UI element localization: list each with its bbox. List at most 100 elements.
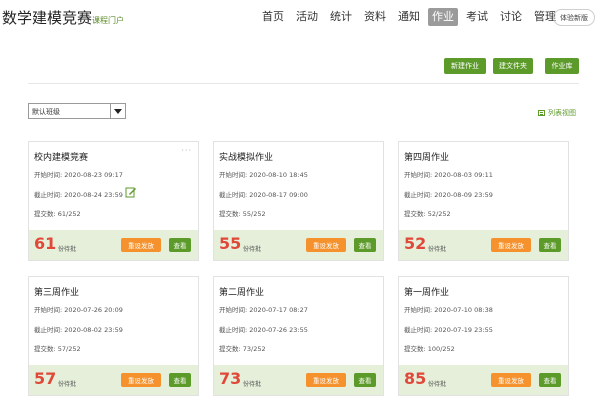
assignment-card: 第一周作业 开始时间: 2020-07-10 08:38 截止时间: 2020-…: [398, 276, 569, 396]
pending-label: 份待批: [243, 381, 262, 388]
card-body: 实战模拟作业 开始时间: 2020-08-10 18:45 截止时间: 2020…: [214, 142, 383, 230]
submission-value: 61/252: [57, 210, 81, 218]
course-title: 数学建模竞赛课程门户: [2, 7, 124, 28]
pending-label: 份待批: [428, 246, 447, 253]
submission-label: 提交数:: [219, 345, 241, 353]
class-select-value: 默认班级: [32, 108, 60, 116]
end-time-value: 2020-08-17 09:00: [249, 191, 308, 199]
list-view-toggle[interactable]: 列表视图: [538, 108, 576, 118]
card-body: 第一周作业 开始时间: 2020-07-10 08:38 截止时间: 2020-…: [399, 277, 568, 365]
start-time-value: 2020-08-03 09:11: [434, 171, 493, 179]
card-footer: 55 份待批 重设发放 查看: [214, 230, 383, 260]
pending-count: 61: [34, 234, 57, 253]
start-time: 开始时间: 2020-07-26 20:09: [34, 304, 123, 314]
new-assignment-button[interactable]: 新建作业: [444, 58, 486, 74]
more-options-icon[interactable]: ···: [181, 146, 192, 155]
start-time: 开始时间: 2020-08-10 18:45: [219, 169, 308, 179]
card-body: 第二周作业 开始时间: 2020-07-17 08:27 截止时间: 2020-…: [214, 277, 383, 365]
reset-publish-button[interactable]: 重设发放: [491, 373, 531, 387]
submission-value: 55/252: [242, 210, 266, 218]
assignment-card: 第三周作业 开始时间: 2020-07-26 20:09 截止时间: 2020-…: [28, 276, 199, 396]
start-time-value: 2020-07-26 20:09: [64, 306, 123, 314]
view-button[interactable]: 查看: [169, 238, 191, 252]
end-time-value: 2020-07-26 23:55: [249, 326, 308, 334]
submission-count: 提交数: 52/252: [404, 208, 451, 218]
view-button[interactable]: 查看: [539, 373, 561, 387]
pending-label: 份待批: [243, 246, 262, 253]
view-button[interactable]: 查看: [539, 238, 561, 252]
class-select[interactable]: 默认班级: [28, 103, 126, 119]
end-time-label: 截止时间:: [219, 191, 248, 199]
start-time-label: 开始时间:: [34, 171, 63, 179]
card-footer: 85 份待批 重设发放 查看: [399, 365, 568, 395]
try-new-version-button[interactable]: 体验新版: [553, 9, 595, 26]
assignment-title[interactable]: 第二周作业: [219, 285, 264, 298]
submission-value: 52/252: [427, 210, 451, 218]
assignment-title[interactable]: 第一周作业: [404, 285, 449, 298]
start-time-label: 开始时间:: [404, 171, 433, 179]
nav-materials[interactable]: 资料: [360, 8, 390, 26]
reset-publish-button[interactable]: 重设发放: [491, 238, 531, 252]
end-time: 截止时间: 2020-07-19 23:55: [404, 324, 493, 334]
assignment-title[interactable]: 校内建模竞赛: [34, 150, 88, 163]
pending-count: 73: [219, 369, 242, 388]
end-time: 截止时间: 2020-08-17 09:00: [219, 189, 308, 199]
start-time-label: 开始时间:: [219, 171, 248, 179]
assignment-title[interactable]: 实战模拟作业: [219, 150, 273, 163]
view-button[interactable]: 查看: [169, 373, 191, 387]
chevron-down-icon[interactable]: [110, 104, 125, 118]
pending-count: 85: [404, 369, 427, 388]
end-time-label: 截止时间:: [219, 326, 248, 334]
nav-notices[interactable]: 通知: [394, 8, 424, 26]
pending-label: 份待批: [58, 246, 77, 253]
start-time-label: 开始时间:: [219, 306, 248, 314]
pending-label: 份待批: [58, 381, 77, 388]
assignment-title[interactable]: 第四周作业: [404, 150, 449, 163]
reset-publish-button[interactable]: 重设发放: [121, 373, 161, 387]
card-body: 第四周作业 开始时间: 2020-08-03 09:11 截止时间: 2020-…: [399, 142, 568, 230]
submission-label: 提交数:: [219, 210, 241, 218]
start-time: 开始时间: 2020-07-17 08:27: [219, 304, 308, 314]
start-time: 开始时间: 2020-08-03 09:11: [404, 169, 493, 179]
nav-statistics[interactable]: 统计: [326, 8, 356, 26]
start-time-value: 2020-08-10 18:45: [249, 171, 308, 179]
pending-count: 55: [219, 234, 242, 253]
end-time-label: 截止时间:: [404, 326, 433, 334]
new-folder-button[interactable]: 建文件夹: [493, 58, 533, 74]
view-button[interactable]: 查看: [354, 238, 376, 252]
nav-discussion[interactable]: 讨论: [496, 8, 526, 26]
submission-label: 提交数:: [34, 345, 56, 353]
submission-count: 提交数: 100/252: [404, 343, 455, 353]
end-time-label: 截止时间:: [34, 191, 63, 199]
submission-count: 提交数: 55/252: [219, 208, 266, 218]
course-portal-label[interactable]: 课程门户: [92, 16, 124, 25]
submission-count: 提交数: 57/252: [34, 343, 81, 353]
reset-publish-button[interactable]: 重设发放: [121, 238, 161, 252]
assignment-card: 第四周作业 开始时间: 2020-08-03 09:11 截止时间: 2020-…: [398, 141, 569, 261]
submission-value: 57/252: [57, 345, 81, 353]
end-time-value: 2020-08-09 23:59: [434, 191, 493, 199]
assignment-title[interactable]: 第三周作业: [34, 285, 79, 298]
assignment-library-button[interactable]: 作业库: [545, 58, 579, 74]
main-nav: 首页 活动 统计 资料 通知 作业 考试 讨论 管理: [258, 8, 564, 26]
submission-value: 100/252: [427, 345, 455, 353]
card-footer: 61 份待批 重设发放 查看: [29, 230, 198, 260]
edit-icon[interactable]: [125, 186, 137, 198]
nav-exams[interactable]: 考试: [462, 8, 492, 26]
end-time-value: 2020-08-02 23:59: [64, 326, 123, 334]
submission-label: 提交数:: [34, 210, 56, 218]
end-time-label: 截止时间:: [34, 326, 63, 334]
nav-home[interactable]: 首页: [258, 8, 288, 26]
end-time: 截止时间: 2020-08-02 23:59: [34, 324, 123, 334]
nav-assignments[interactable]: 作业: [428, 8, 458, 26]
card-footer: 57 份待批 重设发放 查看: [29, 365, 198, 395]
nav-activities[interactable]: 活动: [292, 8, 322, 26]
assignment-card: ··· 校内建模竞赛 开始时间: 2020-08-23 09:17 截止时间: …: [28, 141, 199, 261]
reset-publish-button[interactable]: 重设发放: [306, 373, 346, 387]
submission-count: 提交数: 61/252: [34, 208, 81, 218]
submission-label: 提交数:: [404, 210, 426, 218]
end-time: 截止时间: 2020-08-09 23:59: [404, 189, 493, 199]
start-time-value: 2020-08-23 09:17: [64, 171, 123, 179]
reset-publish-button[interactable]: 重设发放: [306, 238, 346, 252]
view-button[interactable]: 查看: [354, 373, 376, 387]
